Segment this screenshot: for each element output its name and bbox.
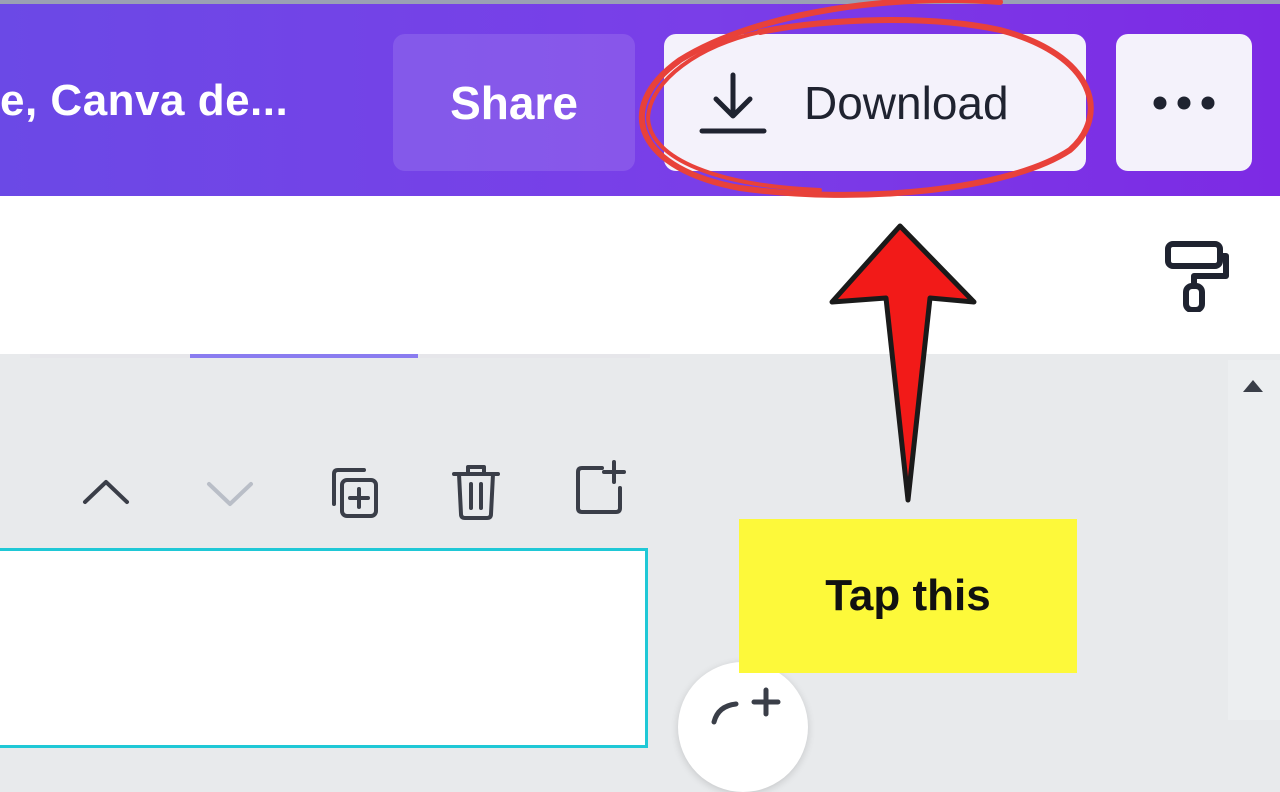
download-button[interactable]: Download: [664, 34, 1086, 171]
chevron-down-icon: [207, 482, 253, 506]
share-button[interactable]: Share: [393, 34, 635, 171]
trash-icon: [452, 465, 500, 520]
rotate-add-icon: [711, 687, 781, 725]
paint-roller-icon[interactable]: [1162, 240, 1232, 312]
duplicate-page-button[interactable]: [326, 462, 382, 522]
design-title[interactable]: e, Canva de...: [0, 76, 288, 126]
callout-text: Tap this: [825, 571, 991, 620]
add-page-icon: [576, 460, 626, 514]
download-button-label: Download: [804, 76, 1009, 129]
chevron-up-icon: [83, 480, 129, 504]
design-page-canvas[interactable]: [0, 548, 648, 748]
download-icon: [699, 72, 767, 133]
toolbar-divider: [0, 354, 650, 358]
share-button-label: Share: [450, 76, 578, 129]
add-page-button[interactable]: [572, 458, 628, 518]
move-page-down-button[interactable]: [202, 462, 258, 522]
active-tab-indicator: [190, 354, 418, 358]
editor-toolbar: [0, 196, 1280, 354]
more-options-button[interactable]: [1116, 34, 1252, 171]
editor-header: e, Canva de... Share Download: [0, 4, 1280, 196]
move-page-up-button[interactable]: [78, 462, 134, 522]
scrollbar-track[interactable]: [1228, 360, 1280, 720]
more-dots-icon: [1153, 96, 1215, 109]
callout-box: Tap this: [739, 519, 1077, 673]
scroll-up-arrow-icon[interactable]: [1238, 376, 1268, 396]
duplicate-page-icon: [332, 468, 378, 518]
delete-page-button[interactable]: [448, 462, 504, 522]
rotate-handle[interactable]: [678, 662, 808, 792]
